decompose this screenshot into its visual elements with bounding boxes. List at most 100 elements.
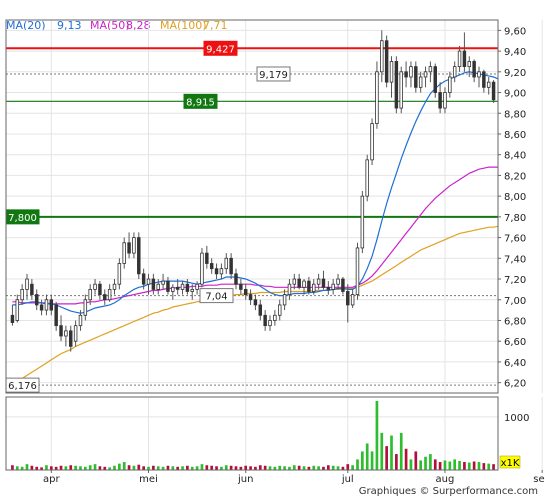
candle-up bbox=[370, 123, 374, 161]
volume-bar-down bbox=[69, 465, 73, 470]
volume-bar-down bbox=[433, 459, 437, 470]
candle-up bbox=[423, 71, 428, 78]
price-tick-label: 9,40 bbox=[504, 47, 526, 58]
volume-bar-up bbox=[181, 466, 184, 470]
volume-bar-down bbox=[346, 464, 350, 470]
volume-bar-up bbox=[224, 465, 228, 470]
candle-down bbox=[384, 40, 389, 83]
volume-bar-up bbox=[443, 460, 447, 470]
candle-down bbox=[326, 286, 331, 290]
candle-up bbox=[282, 294, 287, 306]
candle-down bbox=[438, 92, 442, 109]
candle-up bbox=[112, 283, 117, 290]
level-label-text: 9,427 bbox=[206, 44, 235, 55]
candle-up bbox=[200, 252, 204, 285]
candle-up bbox=[122, 242, 126, 264]
candle-up bbox=[399, 71, 403, 109]
x-tick-label: mei bbox=[139, 474, 158, 485]
volume-bar-up bbox=[118, 463, 121, 470]
candle-up bbox=[88, 288, 92, 301]
volume-bar-up bbox=[79, 466, 82, 470]
volume-bar-down bbox=[258, 465, 262, 470]
candle-up bbox=[195, 283, 199, 290]
volume-bar-up bbox=[200, 464, 204, 470]
volume-bar-down bbox=[414, 451, 418, 470]
volume-bar-up bbox=[429, 454, 432, 470]
candle-up bbox=[20, 288, 24, 301]
candle-up bbox=[365, 159, 369, 197]
candle-down bbox=[127, 242, 131, 254]
volume-bar-down bbox=[249, 466, 252, 470]
volume-bar-up bbox=[331, 465, 335, 470]
candle-up bbox=[44, 299, 49, 311]
volume-bar-up bbox=[370, 451, 374, 470]
volume-bar-up bbox=[113, 465, 116, 470]
volume-bar-down bbox=[395, 454, 398, 470]
candle-up bbox=[316, 278, 321, 285]
volume-bar-down bbox=[59, 465, 63, 470]
volume-bar-down bbox=[98, 466, 102, 470]
candle-up bbox=[389, 61, 394, 83]
volume-bar-up bbox=[365, 443, 369, 470]
candle-up bbox=[292, 278, 297, 285]
volume-bar-up bbox=[409, 459, 413, 470]
candle-down bbox=[229, 257, 233, 275]
candle-down bbox=[297, 278, 301, 288]
volume-bar-up bbox=[448, 461, 452, 470]
candle-down bbox=[54, 304, 58, 327]
candle-up bbox=[380, 40, 384, 73]
volume-bar-up bbox=[375, 401, 379, 470]
candle-up bbox=[452, 66, 457, 78]
volume-bar-up bbox=[268, 466, 272, 470]
volume-bar-up bbox=[312, 465, 316, 470]
volume-bar-up bbox=[15, 466, 19, 470]
volume-bar-down bbox=[263, 465, 267, 470]
candle-down bbox=[404, 71, 408, 78]
volume-bar-up bbox=[336, 466, 340, 470]
candle-up bbox=[331, 283, 335, 290]
volume-bar-up bbox=[419, 460, 423, 470]
candle-up bbox=[117, 263, 122, 285]
candle-up bbox=[171, 286, 175, 292]
candle-up bbox=[277, 304, 282, 316]
volume-bar-up bbox=[399, 432, 403, 470]
candle-down bbox=[98, 283, 102, 295]
volume-tick-label: 1000 bbox=[504, 413, 529, 424]
candle-up bbox=[375, 71, 379, 125]
x-tick-label: jun bbox=[237, 474, 253, 485]
candle-down bbox=[433, 66, 437, 93]
volume-bar-down bbox=[11, 465, 14, 470]
volume-bar-up bbox=[45, 465, 48, 470]
candle-down bbox=[248, 294, 253, 301]
volume-bar-down bbox=[205, 465, 209, 470]
volume-bar-up bbox=[380, 432, 384, 470]
candle-down bbox=[151, 278, 156, 290]
candle-up bbox=[64, 330, 68, 337]
volume-bar-up bbox=[283, 466, 286, 470]
volume-bar-down bbox=[215, 466, 218, 470]
volume-bar-down bbox=[492, 464, 495, 470]
volume-bar-down bbox=[152, 465, 155, 470]
candle-up bbox=[428, 66, 433, 73]
candle-down bbox=[30, 283, 34, 295]
candle-up bbox=[448, 76, 452, 93]
candle-down bbox=[141, 273, 146, 285]
volume-bar-down bbox=[385, 446, 388, 470]
volume-bar-down bbox=[438, 462, 442, 470]
candle-up bbox=[224, 257, 229, 270]
price-tick-label: 8,00 bbox=[504, 192, 526, 203]
candle-up bbox=[156, 283, 160, 290]
candle-down bbox=[253, 299, 258, 306]
price-tick-label: 6,80 bbox=[504, 316, 526, 327]
volume-bar-up bbox=[302, 466, 306, 470]
candle-up bbox=[161, 280, 165, 285]
candle-down bbox=[462, 50, 467, 68]
price-tick-label: 7,60 bbox=[504, 234, 526, 245]
candle-down bbox=[346, 291, 350, 306]
volume-bar-up bbox=[74, 465, 77, 470]
candle-down bbox=[209, 263, 214, 270]
level-label-text: 7,04 bbox=[205, 292, 227, 303]
candle-up bbox=[457, 50, 462, 68]
candle-up bbox=[146, 278, 151, 285]
volume-bar-up bbox=[122, 462, 126, 470]
